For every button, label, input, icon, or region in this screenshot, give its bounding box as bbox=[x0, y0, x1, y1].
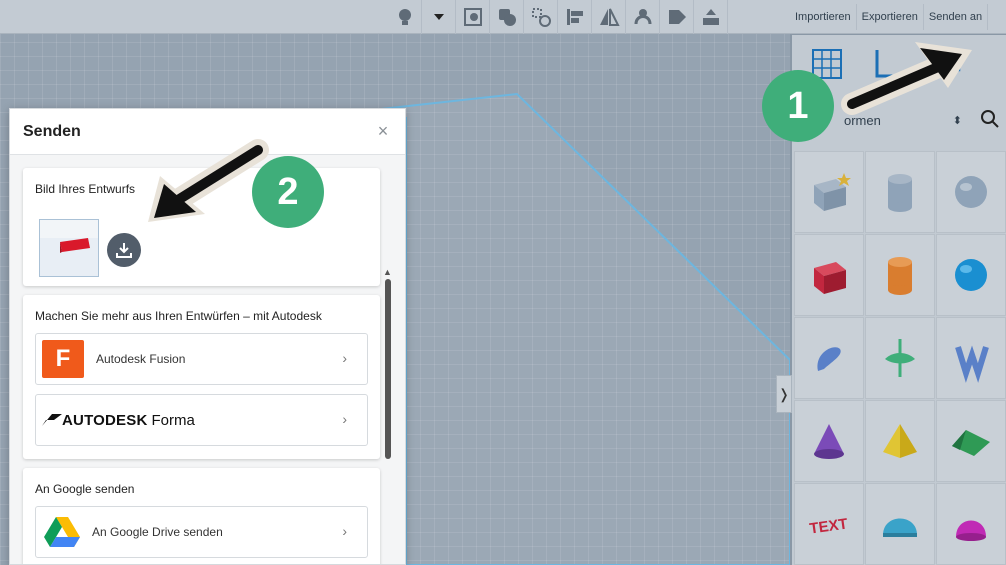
arrow-1-icon bbox=[841, 42, 972, 115]
step-badge-2: 2 bbox=[252, 156, 324, 228]
step-badge-1: 1 bbox=[762, 70, 834, 142]
arrow-2-icon bbox=[148, 139, 269, 222]
annotation-arrows bbox=[148, 42, 972, 222]
